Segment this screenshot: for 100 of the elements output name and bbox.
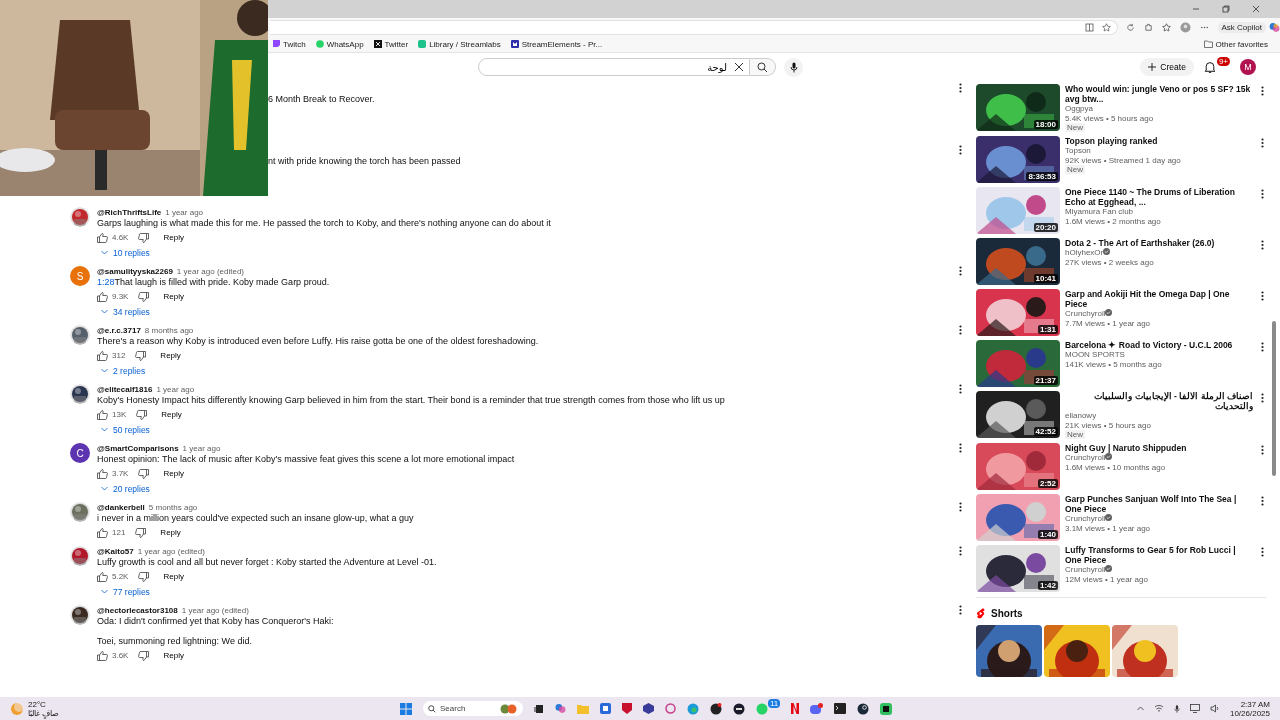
channel-name[interactable]: Miyamura Fan club bbox=[1065, 207, 1253, 217]
thumbs-up-icon[interactable] bbox=[97, 409, 108, 420]
bell-icon[interactable] bbox=[1203, 60, 1216, 74]
thumbs-down-icon[interactable] bbox=[135, 527, 147, 538]
discord-icon[interactable] bbox=[810, 702, 824, 715]
browser-icon[interactable] bbox=[687, 702, 699, 715]
reply-button[interactable]: Reply bbox=[157, 650, 190, 661]
comment-author[interactable]: @Kaito57 bbox=[97, 546, 134, 556]
more-options-icon[interactable] bbox=[1261, 138, 1264, 148]
shield-icon[interactable] bbox=[622, 703, 632, 714]
extensions-icon[interactable] bbox=[1143, 22, 1153, 32]
more-options-icon[interactable] bbox=[959, 325, 962, 335]
comment-time[interactable]: 1 year ago (edited) bbox=[137, 546, 205, 556]
favorites-icon[interactable] bbox=[1161, 22, 1171, 32]
video-title[interactable]: اصناف الرملة الالفا - الإيجابيات والسلبيات والتحديات bbox=[1065, 391, 1253, 411]
user-avatar[interactable]: C bbox=[70, 443, 90, 463]
channel-name[interactable]: Crunchyroll bbox=[1065, 565, 1253, 575]
more-options-icon[interactable] bbox=[1261, 547, 1264, 557]
more-options-icon[interactable] bbox=[1261, 393, 1264, 403]
timestamp-link[interactable]: 1:28 bbox=[97, 277, 115, 287]
channel-name[interactable]: Oggpya bbox=[1065, 104, 1253, 114]
thumbs-up-icon[interactable] bbox=[97, 468, 108, 479]
channel-name[interactable]: Crunchyroll bbox=[1065, 309, 1253, 319]
app-icon[interactable] bbox=[733, 702, 745, 715]
thumbs-up-icon[interactable] bbox=[97, 350, 108, 361]
copilot-button[interactable]: Ask Copilot bbox=[1217, 21, 1266, 33]
copilot-icon[interactable] bbox=[555, 703, 566, 714]
comment-time[interactable]: 1 year ago (edited) bbox=[181, 605, 249, 615]
more-options-icon[interactable] bbox=[1261, 189, 1264, 199]
thumbs-up-icon[interactable] bbox=[97, 527, 108, 538]
reply-button[interactable]: Reply bbox=[154, 350, 187, 361]
video-title[interactable]: Garp Punches Sanjuan Wolf Into The Sea | One Piece bbox=[1065, 494, 1253, 514]
create-button[interactable]: Create bbox=[1140, 58, 1194, 76]
more-options-icon[interactable] bbox=[1261, 496, 1264, 506]
more-options-icon[interactable] bbox=[959, 83, 962, 93]
more-options-icon[interactable] bbox=[1261, 342, 1264, 352]
thumbs-up-icon[interactable] bbox=[97, 291, 108, 302]
channel-name[interactable]: hOlyhexOr bbox=[1065, 248, 1253, 258]
replies-toggle[interactable]: 77 replies bbox=[97, 584, 154, 599]
voice-search-button[interactable] bbox=[784, 57, 803, 77]
search-field[interactable]: لوحة bbox=[478, 58, 750, 76]
comment-time[interactable]: 1 year ago (edited) bbox=[176, 266, 244, 276]
star-icon[interactable] bbox=[1101, 22, 1111, 32]
reader-icon[interactable] bbox=[1084, 22, 1094, 32]
terminal-icon[interactable] bbox=[834, 703, 847, 714]
comment-author[interactable]: @dankerbell bbox=[97, 502, 145, 512]
more-options-icon[interactable] bbox=[959, 145, 962, 155]
copilot-icon[interactable] bbox=[1269, 21, 1280, 33]
bookmark-item[interactable]: Twitter bbox=[373, 39, 409, 49]
replies-toggle[interactable]: 34 replies bbox=[97, 304, 154, 319]
start-icon[interactable] bbox=[400, 702, 412, 715]
video-title[interactable]: Luffy Transforms to Gear 5 for Rob Lucci | One Piece bbox=[1065, 545, 1253, 565]
more-options-icon[interactable] bbox=[1261, 445, 1264, 455]
clock-time[interactable]: 2:37 AM bbox=[1240, 699, 1270, 709]
reply-button[interactable]: Reply bbox=[154, 527, 187, 538]
comment-time[interactable]: 8 months ago bbox=[144, 325, 194, 335]
video-title[interactable]: Barcelona ✦ Road to Victory - U.C.L 2006 bbox=[1065, 340, 1253, 350]
search-button[interactable] bbox=[750, 58, 776, 76]
refresh-icon[interactable] bbox=[1125, 22, 1135, 32]
replies-toggle[interactable]: 50 replies bbox=[97, 422, 154, 437]
close-icon[interactable] bbox=[1252, 5, 1260, 13]
display-icon[interactable] bbox=[1189, 704, 1200, 713]
ring-icon[interactable] bbox=[665, 703, 676, 714]
comment-time[interactable]: 1 year ago bbox=[182, 443, 221, 453]
microphone-icon[interactable] bbox=[1173, 703, 1180, 714]
task-view-icon[interactable] bbox=[534, 703, 544, 714]
reply-button[interactable]: Reply bbox=[157, 232, 190, 243]
comment-author[interactable]: @samulityyska2269 bbox=[97, 266, 173, 276]
profile-icon[interactable] bbox=[1179, 21, 1191, 33]
reply-button[interactable]: Reply bbox=[155, 409, 188, 420]
speaker-icon[interactable] bbox=[1209, 704, 1220, 713]
video-title[interactable]: One Piece 1140 ~ The Drums of Liberation Echo at Egghead, ... bbox=[1065, 187, 1253, 207]
store-icon[interactable] bbox=[600, 703, 611, 714]
video-title[interactable]: Topson playing ranked bbox=[1065, 136, 1253, 146]
comment-author[interactable]: @elitecalf1816 bbox=[97, 384, 153, 394]
comment-time[interactable]: 1 year ago bbox=[156, 384, 195, 394]
replies-toggle[interactable]: 2 replies bbox=[97, 363, 150, 378]
thumbs-up-icon[interactable] bbox=[97, 650, 108, 661]
more-options-icon[interactable] bbox=[959, 384, 962, 394]
clear-icon[interactable] bbox=[734, 62, 744, 72]
channel-name[interactable]: Topson bbox=[1065, 146, 1253, 156]
video-title[interactable]: Night Guy | Naruto Shippuden bbox=[1065, 443, 1253, 453]
more-options-icon[interactable] bbox=[1261, 240, 1264, 250]
reply-button[interactable]: Reply bbox=[157, 291, 190, 302]
hexagon-icon[interactable] bbox=[643, 703, 654, 714]
comment-author[interactable]: @hectorlecastor3108 bbox=[97, 605, 178, 615]
thumbs-up-icon[interactable] bbox=[97, 232, 108, 243]
reply-button[interactable]: Reply bbox=[157, 468, 190, 479]
other-favorites[interactable]: Other favorites bbox=[1203, 39, 1268, 49]
thumbs-down-icon[interactable] bbox=[135, 350, 147, 361]
video-title[interactable]: Dota 2 - The Art of Earthshaker (26.0) bbox=[1065, 238, 1253, 248]
thumbs-down-icon[interactable] bbox=[138, 571, 150, 582]
channel-name[interactable]: Crunchyroll bbox=[1065, 514, 1253, 524]
bookmark-item[interactable]: Library / Streamlabs bbox=[418, 39, 501, 49]
thumbs-down-icon[interactable] bbox=[138, 291, 150, 302]
bookmark-item[interactable]: WhatsApp bbox=[315, 39, 364, 49]
more-options-icon[interactable] bbox=[1261, 291, 1264, 301]
account-avatar[interactable]: M bbox=[1240, 59, 1256, 75]
thumbs-down-icon[interactable] bbox=[136, 409, 148, 420]
thumbs-down-icon[interactable] bbox=[138, 468, 150, 479]
